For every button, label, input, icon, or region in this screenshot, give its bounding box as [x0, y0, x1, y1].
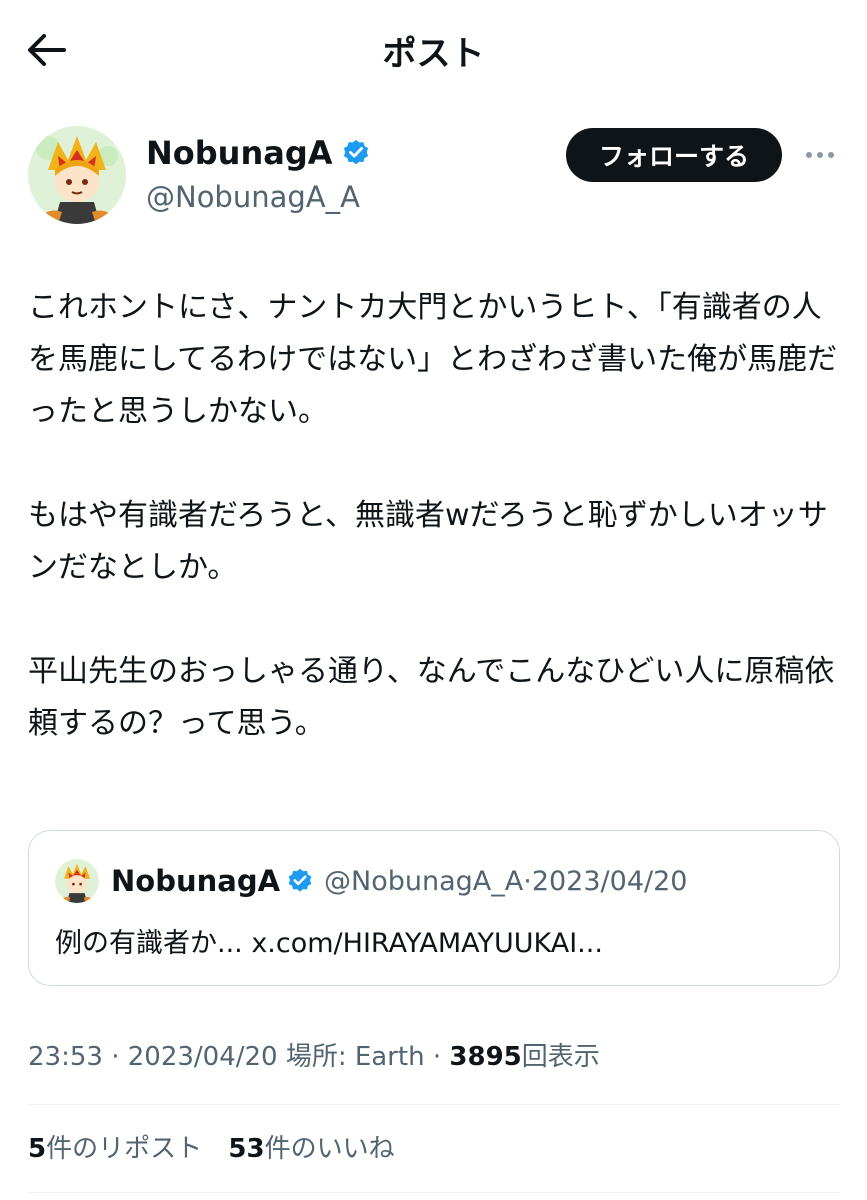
engagement-stats: 5件のリポスト 53件のいいね	[28, 1128, 413, 1165]
display-name[interactable]: NobunagA	[146, 134, 333, 172]
reposts-stat[interactable]: 5件のリポスト	[28, 1134, 202, 1164]
post-time[interactable]: 23:53	[28, 1042, 103, 1072]
name-row: NobunagA	[146, 134, 371, 172]
top-bar: ポスト	[0, 0, 867, 100]
quoted-post-header: NobunagA @NobunagA_A · 2023/04/20	[55, 859, 687, 903]
views-count: 3895	[449, 1042, 522, 1072]
reposts-label: 件のリポスト	[46, 1134, 203, 1164]
divider	[28, 1104, 840, 1105]
likes-count: 53	[228, 1134, 265, 1164]
quoted-separator: ·	[523, 865, 532, 897]
verified-badge-icon	[288, 868, 312, 892]
meta-separator: ·	[432, 1042, 442, 1072]
likes-stat[interactable]: 53件のいいね	[228, 1134, 394, 1164]
verified-badge-icon	[343, 139, 368, 165]
more-horizontal-icon	[806, 152, 834, 158]
quoted-handle: @NobunagA_A	[324, 865, 524, 897]
post-meta: 23:53 · 2023/04/20 場所: Earth · 3895回表示	[28, 1036, 600, 1073]
views-label: 回表示	[521, 1042, 600, 1072]
page-title: ポスト	[382, 34, 485, 74]
reposts-count: 5	[28, 1134, 47, 1164]
tweet-paragraph: 平山先生のおっしゃる通り、なんでこんなひどい人に原稿依頼するの？って思う。	[28, 654, 835, 741]
tweet-paragraph: これホントにさ、ナントカ大門とかいうヒト、「有識者の人を馬鹿にしてるわけではない…	[28, 290, 838, 429]
quoted-avatar	[55, 859, 99, 903]
more-button[interactable]	[800, 140, 840, 170]
quoted-text: 例の有識者か... x.com/HIRAYAMAYUUKAI...	[55, 928, 603, 959]
likes-label: 件のいいね	[264, 1134, 395, 1164]
quoted-display-name: NobunagA	[111, 864, 281, 898]
quoted-post[interactable]: NobunagA @NobunagA_A · 2023/04/20 例の有識者か…	[28, 830, 840, 986]
quoted-date: 2023/04/20	[531, 865, 688, 897]
meta-separator: ·	[111, 1042, 120, 1072]
post-date[interactable]: 2023/04/20	[128, 1042, 278, 1072]
avatar[interactable]	[28, 126, 126, 224]
tweet-text: これホントにさ、ナントカ大門とかいうヒト、「有識者の人を馬鹿にしてるわけではない…	[28, 282, 840, 802]
follow-button[interactable]: フォローする	[566, 128, 782, 182]
user-handle[interactable]: @NobunagA_A	[146, 180, 360, 214]
tweet-paragraph: もはや有識者だろうと、無識者wだろうと恥ずかしいオッサンだなとしか。	[28, 498, 828, 585]
divider	[28, 1192, 840, 1193]
post-location: 場所: Earth	[285, 1042, 425, 1072]
author-header: NobunagA @NobunagA_A フォローする	[28, 124, 840, 234]
